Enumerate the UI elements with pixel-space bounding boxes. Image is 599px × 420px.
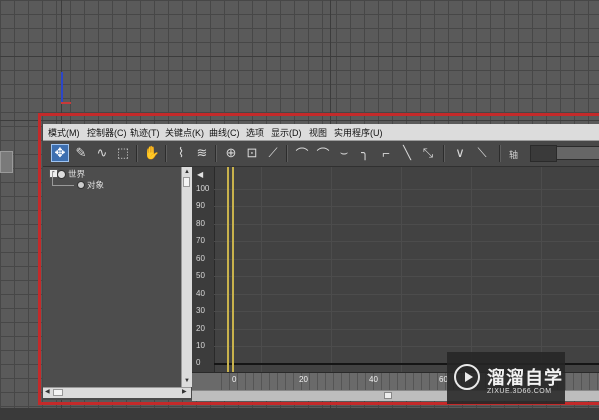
break-tangents-icon[interactable]: ∨ bbox=[451, 144, 469, 162]
axis-gizmo-y bbox=[61, 72, 63, 104]
watermark-title: 溜溜自学 bbox=[487, 368, 563, 388]
grid-line bbox=[261, 167, 262, 372]
menu-mode[interactable]: 模式(M) bbox=[48, 126, 80, 139]
isolate-curve-icon[interactable]: ⟋ bbox=[264, 144, 282, 162]
y-tick: 60 bbox=[196, 254, 205, 263]
x-tick: 20 bbox=[299, 375, 308, 384]
draw-curves-icon[interactable]: ✎ bbox=[72, 144, 90, 162]
tree-item-label: 对象 bbox=[87, 180, 105, 190]
axis-gizmo-x bbox=[61, 102, 71, 104]
y-tick: 40 bbox=[196, 289, 205, 298]
axis-slider[interactable] bbox=[556, 146, 599, 160]
scroll-thumb[interactable] bbox=[53, 389, 63, 396]
y-tick: 90 bbox=[196, 201, 205, 210]
pan-hand-icon[interactable]: ✋ bbox=[143, 144, 161, 162]
zoom-icon[interactable]: ⊕ bbox=[222, 144, 240, 162]
objects-icon bbox=[77, 181, 85, 189]
tangent-fast-icon[interactable]: ⌣ bbox=[335, 144, 353, 162]
x-tick: 0 bbox=[232, 375, 237, 384]
menu-utilities[interactable]: 实用程序(U) bbox=[334, 126, 383, 139]
toolbar-separator bbox=[215, 145, 217, 162]
menu-options[interactable]: 选项 bbox=[246, 126, 264, 139]
time-range-start-bar[interactable] bbox=[227, 167, 229, 372]
controller-tree: - 世界 对象 bbox=[43, 167, 182, 387]
tree-connector bbox=[52, 185, 74, 186]
toolbar: ✥ ✎ ∿ ⬚ ✋ ⌇ ≋ ⊕ ⊡ ⟋ ⌒ ⌒ ⌣ ╮ ⌐ ╲ ⤡ ∨ ⟍ 轴 bbox=[43, 141, 599, 167]
status-strip bbox=[0, 408, 599, 420]
tangent-spline-icon[interactable]: ⌒ bbox=[314, 144, 332, 162]
scroll-thumb[interactable] bbox=[384, 392, 392, 399]
tangent-step-icon[interactable]: ⌐ bbox=[377, 144, 395, 162]
tree-vertical-scrollbar[interactable]: ▲ ▼ bbox=[181, 167, 192, 387]
menu-track[interactable]: 轨迹(T) bbox=[130, 126, 160, 139]
value-ruler: ◀ 100 90 80 70 60 50 40 30 20 10 0 bbox=[192, 167, 215, 372]
nav-left-icon[interactable]: ◀ bbox=[197, 170, 203, 179]
scroll-right-icon[interactable]: ▶ bbox=[182, 388, 187, 397]
watermark-subtitle: ZIXUE.3D66.COM bbox=[487, 388, 552, 395]
viewport-side-widget[interactable] bbox=[0, 151, 13, 173]
region-select-icon[interactable]: ⬚ bbox=[114, 144, 132, 162]
axis-value-field[interactable] bbox=[530, 145, 557, 162]
tree-item-objects[interactable]: 对象 bbox=[77, 179, 104, 191]
y-tick: 10 bbox=[196, 341, 205, 350]
menu-controller[interactable]: 控制器(C) bbox=[87, 126, 127, 139]
y-tick: 100 bbox=[196, 184, 210, 193]
zoom-horizontal-icon[interactable]: ⌇ bbox=[172, 144, 190, 162]
tangent-slow-icon[interactable]: ╮ bbox=[356, 144, 374, 162]
toolbar-separator bbox=[286, 145, 288, 162]
menu-bar: 模式(M) 控制器(C) 轨迹(T) 关键点(K) 曲线(C) 选项 显示(D)… bbox=[43, 124, 599, 141]
curve-grid bbox=[214, 167, 599, 372]
viewport-grid-line bbox=[0, 56, 599, 57]
y-tick: 20 bbox=[196, 324, 205, 333]
y-tick: 80 bbox=[196, 219, 205, 228]
globe-icon bbox=[57, 169, 66, 179]
zoom-region-icon[interactable]: ⊡ bbox=[243, 144, 261, 162]
scroll-up-icon[interactable]: ▲ bbox=[183, 168, 191, 176]
scroll-down-icon[interactable]: ▼ bbox=[183, 377, 191, 385]
watermark: 溜溜自学 ZIXUE.3D66.COM bbox=[447, 352, 565, 404]
add-keys-icon[interactable]: ∿ bbox=[93, 144, 111, 162]
y-tick: 0 bbox=[196, 358, 201, 367]
unify-tangents-icon[interactable]: ⟍ bbox=[473, 144, 491, 162]
tree-horizontal-scrollbar[interactable]: ◀ ▶ bbox=[43, 387, 191, 398]
y-tick: 70 bbox=[196, 236, 205, 245]
move-keys-icon[interactable]: ✥ bbox=[51, 144, 69, 162]
grid-line bbox=[331, 167, 332, 372]
grid-line bbox=[401, 167, 402, 372]
grid-line bbox=[541, 167, 542, 372]
scroll-left-icon[interactable]: ◀ bbox=[45, 388, 50, 397]
toolbar-separator bbox=[136, 145, 138, 162]
menu-keys[interactable]: 关键点(K) bbox=[165, 126, 204, 139]
tangent-auto-icon[interactable]: ⌒ bbox=[293, 144, 311, 162]
tangent-linear-icon[interactable]: ╲ bbox=[398, 144, 416, 162]
scroll-thumb[interactable] bbox=[183, 177, 190, 187]
time-range-end-bar[interactable] bbox=[232, 167, 234, 372]
y-tick: 50 bbox=[196, 271, 205, 280]
toolbar-separator bbox=[499, 145, 501, 162]
toolbar-separator bbox=[443, 145, 445, 162]
grid-line bbox=[471, 167, 472, 372]
x-tick: 40 bbox=[369, 375, 378, 384]
toolbar-separator bbox=[165, 145, 167, 162]
zoom-value-icon[interactable]: ≋ bbox=[193, 144, 211, 162]
tree-connector bbox=[52, 171, 53, 185]
menu-view[interactable]: 视图 bbox=[309, 126, 327, 139]
axis-label: 轴 bbox=[509, 150, 519, 160]
play-logo-icon bbox=[454, 364, 480, 390]
menu-display[interactable]: 显示(D) bbox=[271, 126, 302, 139]
tangent-smooth-icon[interactable]: ⤡ bbox=[419, 144, 437, 162]
y-tick: 30 bbox=[196, 306, 205, 315]
menu-curves[interactable]: 曲线(C) bbox=[209, 126, 240, 139]
